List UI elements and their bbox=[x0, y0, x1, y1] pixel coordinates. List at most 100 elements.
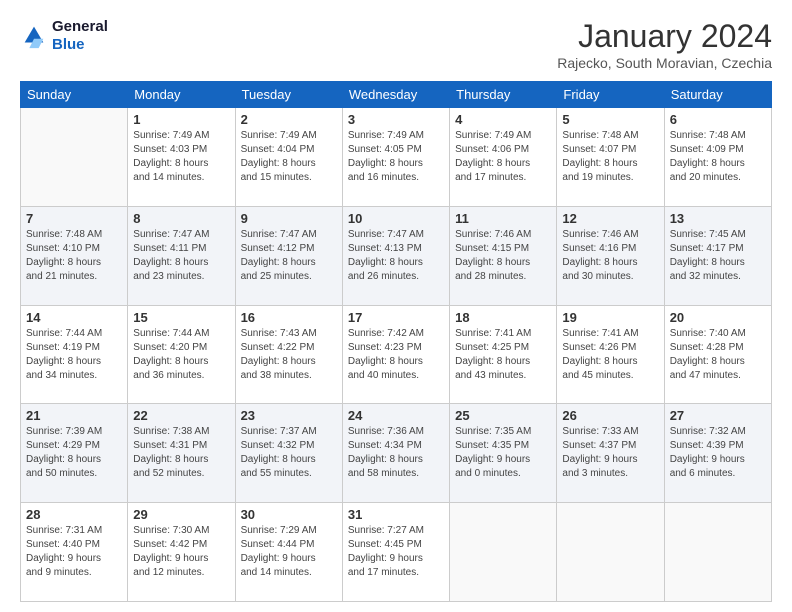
calendar-cell bbox=[450, 503, 557, 602]
calendar-cell: 18 Sunrise: 7:41 AMSunset: 4:25 PMDayligh… bbox=[450, 305, 557, 404]
day-number: 24 bbox=[348, 408, 444, 423]
day-info: Sunrise: 7:44 AMSunset: 4:20 PMDaylight:… bbox=[133, 327, 229, 383]
day-info: Sunrise: 7:48 AMSunset: 4:07 PMDaylight:… bbox=[562, 129, 658, 185]
calendar-cell: 27 Sunrise: 7:32 AMSunset: 4:39 PMDayligh… bbox=[664, 404, 771, 503]
calendar-cell: 15 Sunrise: 7:44 AMSunset: 4:20 PMDayligh… bbox=[128, 305, 235, 404]
day-info: Sunrise: 7:49 AMSunset: 4:04 PMDaylight:… bbox=[241, 129, 337, 185]
calendar-cell: 28 Sunrise: 7:31 AMSunset: 4:40 PMDayligh… bbox=[21, 503, 128, 602]
day-info: Sunrise: 7:29 AMSunset: 4:44 PMDaylight:… bbox=[241, 524, 337, 580]
day-info: Sunrise: 7:27 AMSunset: 4:45 PMDaylight:… bbox=[348, 524, 444, 580]
month-title: January 2024 bbox=[557, 18, 772, 55]
calendar-cell: 23 Sunrise: 7:37 AMSunset: 4:32 PMDayligh… bbox=[235, 404, 342, 503]
day-info: Sunrise: 7:33 AMSunset: 4:37 PMDaylight:… bbox=[562, 425, 658, 481]
day-number: 25 bbox=[455, 408, 551, 423]
calendar-cell bbox=[21, 108, 128, 207]
weekday-header-friday: Friday bbox=[557, 82, 664, 108]
location-subtitle: Rajecko, South Moravian, Czechia bbox=[557, 55, 772, 71]
day-number: 29 bbox=[133, 507, 229, 522]
day-info: Sunrise: 7:38 AMSunset: 4:31 PMDaylight:… bbox=[133, 425, 229, 481]
day-number: 31 bbox=[348, 507, 444, 522]
day-number: 2 bbox=[241, 112, 337, 127]
day-number: 18 bbox=[455, 310, 551, 325]
day-number: 11 bbox=[455, 211, 551, 226]
day-info: Sunrise: 7:48 AMSunset: 4:10 PMDaylight:… bbox=[26, 228, 122, 284]
day-number: 13 bbox=[670, 211, 766, 226]
weekday-header-tuesday: Tuesday bbox=[235, 82, 342, 108]
day-number: 27 bbox=[670, 408, 766, 423]
day-number: 8 bbox=[133, 211, 229, 226]
day-number: 19 bbox=[562, 310, 658, 325]
week-row-4: 28 Sunrise: 7:31 AMSunset: 4:40 PMDayligh… bbox=[21, 503, 772, 602]
day-number: 5 bbox=[562, 112, 658, 127]
week-row-1: 7 Sunrise: 7:48 AMSunset: 4:10 PMDaylight… bbox=[21, 206, 772, 305]
week-row-2: 14 Sunrise: 7:44 AMSunset: 4:19 PMDayligh… bbox=[21, 305, 772, 404]
calendar-cell bbox=[557, 503, 664, 602]
day-info: Sunrise: 7:47 AMSunset: 4:11 PMDaylight:… bbox=[133, 228, 229, 284]
calendar-cell: 10 Sunrise: 7:47 AMSunset: 4:13 PMDayligh… bbox=[342, 206, 449, 305]
header: General Blue January 2024 Rajecko, South… bbox=[20, 18, 772, 71]
day-info: Sunrise: 7:48 AMSunset: 4:09 PMDaylight:… bbox=[670, 129, 766, 185]
day-info: Sunrise: 7:49 AMSunset: 4:03 PMDaylight:… bbox=[133, 129, 229, 185]
day-info: Sunrise: 7:30 AMSunset: 4:42 PMDaylight:… bbox=[133, 524, 229, 580]
calendar-cell: 31 Sunrise: 7:27 AMSunset: 4:45 PMDayligh… bbox=[342, 503, 449, 602]
weekday-header-saturday: Saturday bbox=[664, 82, 771, 108]
day-number: 28 bbox=[26, 507, 122, 522]
day-info: Sunrise: 7:41 AMSunset: 4:25 PMDaylight:… bbox=[455, 327, 551, 383]
calendar-cell: 3 Sunrise: 7:49 AMSunset: 4:05 PMDaylight… bbox=[342, 108, 449, 207]
day-info: Sunrise: 7:44 AMSunset: 4:19 PMDaylight:… bbox=[26, 327, 122, 383]
calendar-cell: 19 Sunrise: 7:41 AMSunset: 4:26 PMDayligh… bbox=[557, 305, 664, 404]
calendar-cell: 6Sunrise: 7:48 AMSunset: 4:09 PMDaylight… bbox=[664, 108, 771, 207]
day-info: Sunrise: 7:37 AMSunset: 4:32 PMDaylight:… bbox=[241, 425, 337, 481]
calendar-cell: 14 Sunrise: 7:44 AMSunset: 4:19 PMDayligh… bbox=[21, 305, 128, 404]
day-info: Sunrise: 7:49 AMSunset: 4:05 PMDaylight:… bbox=[348, 129, 444, 185]
calendar-cell: 22Sunrise: 7:38 AMSunset: 4:31 PMDayligh… bbox=[128, 404, 235, 503]
day-number: 12 bbox=[562, 211, 658, 226]
logo-text: General Blue bbox=[52, 18, 108, 54]
calendar-cell: 13 Sunrise: 7:45 AMSunset: 4:17 PMDayligh… bbox=[664, 206, 771, 305]
calendar-cell: 25Sunrise: 7:35 AMSunset: 4:35 PMDayligh… bbox=[450, 404, 557, 503]
day-info: Sunrise: 7:47 AMSunset: 4:12 PMDaylight:… bbox=[241, 228, 337, 284]
calendar-cell: 20 Sunrise: 7:40 AMSunset: 4:28 PMDayligh… bbox=[664, 305, 771, 404]
calendar-cell: 9Sunrise: 7:47 AMSunset: 4:12 PMDaylight… bbox=[235, 206, 342, 305]
day-number: 20 bbox=[670, 310, 766, 325]
calendar-cell: 12Sunrise: 7:46 AMSunset: 4:16 PMDayligh… bbox=[557, 206, 664, 305]
day-info: Sunrise: 7:41 AMSunset: 4:26 PMDaylight:… bbox=[562, 327, 658, 383]
day-info: Sunrise: 7:45 AMSunset: 4:17 PMDaylight:… bbox=[670, 228, 766, 284]
day-number: 14 bbox=[26, 310, 122, 325]
title-section: January 2024 Rajecko, South Moravian, Cz… bbox=[557, 18, 772, 71]
day-info: Sunrise: 7:42 AMSunset: 4:23 PMDaylight:… bbox=[348, 327, 444, 383]
logo-icon bbox=[20, 22, 48, 50]
day-number: 23 bbox=[241, 408, 337, 423]
calendar-cell: 29 Sunrise: 7:30 AMSunset: 4:42 PMDayligh… bbox=[128, 503, 235, 602]
day-number: 10 bbox=[348, 211, 444, 226]
day-info: Sunrise: 7:32 AMSunset: 4:39 PMDaylight:… bbox=[670, 425, 766, 481]
weekday-header-monday: Monday bbox=[128, 82, 235, 108]
weekday-header-row: SundayMondayTuesdayWednesdayThursdayFrid… bbox=[21, 82, 772, 108]
calendar-cell: 26Sunrise: 7:33 AMSunset: 4:37 PMDayligh… bbox=[557, 404, 664, 503]
logo: General Blue bbox=[20, 18, 108, 54]
calendar-cell: 4 Sunrise: 7:49 AMSunset: 4:06 PMDaylight… bbox=[450, 108, 557, 207]
day-number: 7 bbox=[26, 211, 122, 226]
day-number: 17 bbox=[348, 310, 444, 325]
day-info: Sunrise: 7:40 AMSunset: 4:28 PMDaylight:… bbox=[670, 327, 766, 383]
calendar-cell: 1 Sunrise: 7:49 AMSunset: 4:03 PMDaylight… bbox=[128, 108, 235, 207]
weekday-header-thursday: Thursday bbox=[450, 82, 557, 108]
day-number: 30 bbox=[241, 507, 337, 522]
calendar-cell: 2 Sunrise: 7:49 AMSunset: 4:04 PMDaylight… bbox=[235, 108, 342, 207]
day-info: Sunrise: 7:49 AMSunset: 4:06 PMDaylight:… bbox=[455, 129, 551, 185]
day-info: Sunrise: 7:47 AMSunset: 4:13 PMDaylight:… bbox=[348, 228, 444, 284]
day-number: 15 bbox=[133, 310, 229, 325]
day-info: Sunrise: 7:31 AMSunset: 4:40 PMDaylight:… bbox=[26, 524, 122, 580]
weekday-header-sunday: Sunday bbox=[21, 82, 128, 108]
week-row-3: 21Sunrise: 7:39 AMSunset: 4:29 PMDayligh… bbox=[21, 404, 772, 503]
day-number: 3 bbox=[348, 112, 444, 127]
calendar-cell: 16Sunrise: 7:43 AMSunset: 4:22 PMDayligh… bbox=[235, 305, 342, 404]
calendar-cell: 11Sunrise: 7:46 AMSunset: 4:15 PMDayligh… bbox=[450, 206, 557, 305]
day-number: 1 bbox=[133, 112, 229, 127]
weekday-header-wednesday: Wednesday bbox=[342, 82, 449, 108]
week-row-0: 1 Sunrise: 7:49 AMSunset: 4:03 PMDaylight… bbox=[21, 108, 772, 207]
day-number: 4 bbox=[455, 112, 551, 127]
day-info: Sunrise: 7:43 AMSunset: 4:22 PMDaylight:… bbox=[241, 327, 337, 383]
day-number: 21 bbox=[26, 408, 122, 423]
calendar-cell: 17 Sunrise: 7:42 AMSunset: 4:23 PMDayligh… bbox=[342, 305, 449, 404]
